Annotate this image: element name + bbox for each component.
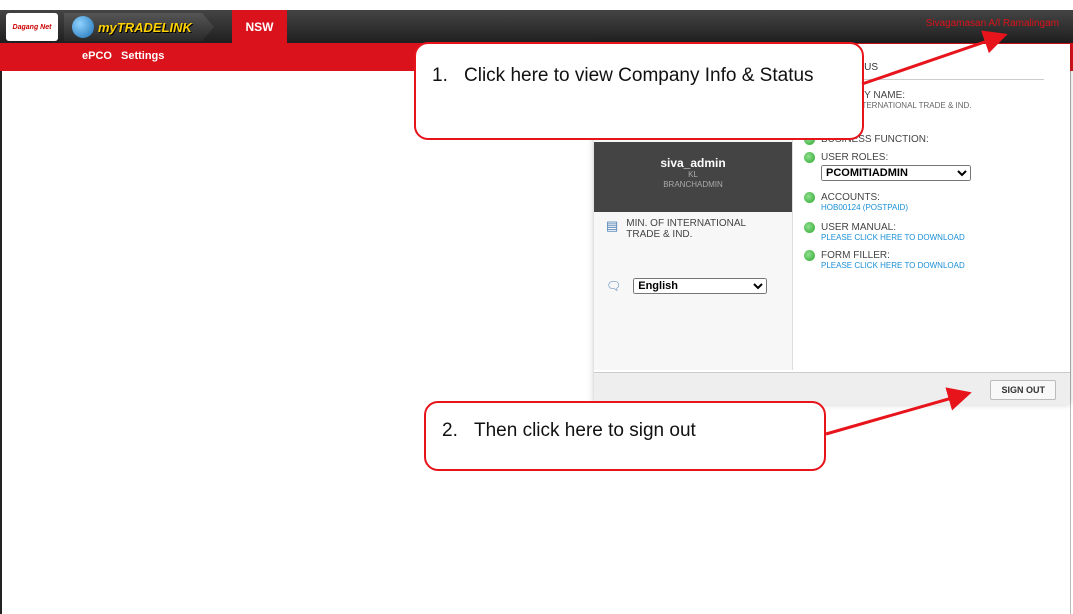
arrow-to-sign-out [825,387,972,436]
arrow-to-user-link [861,30,1008,86]
annotation-arrows [825,30,1008,436]
